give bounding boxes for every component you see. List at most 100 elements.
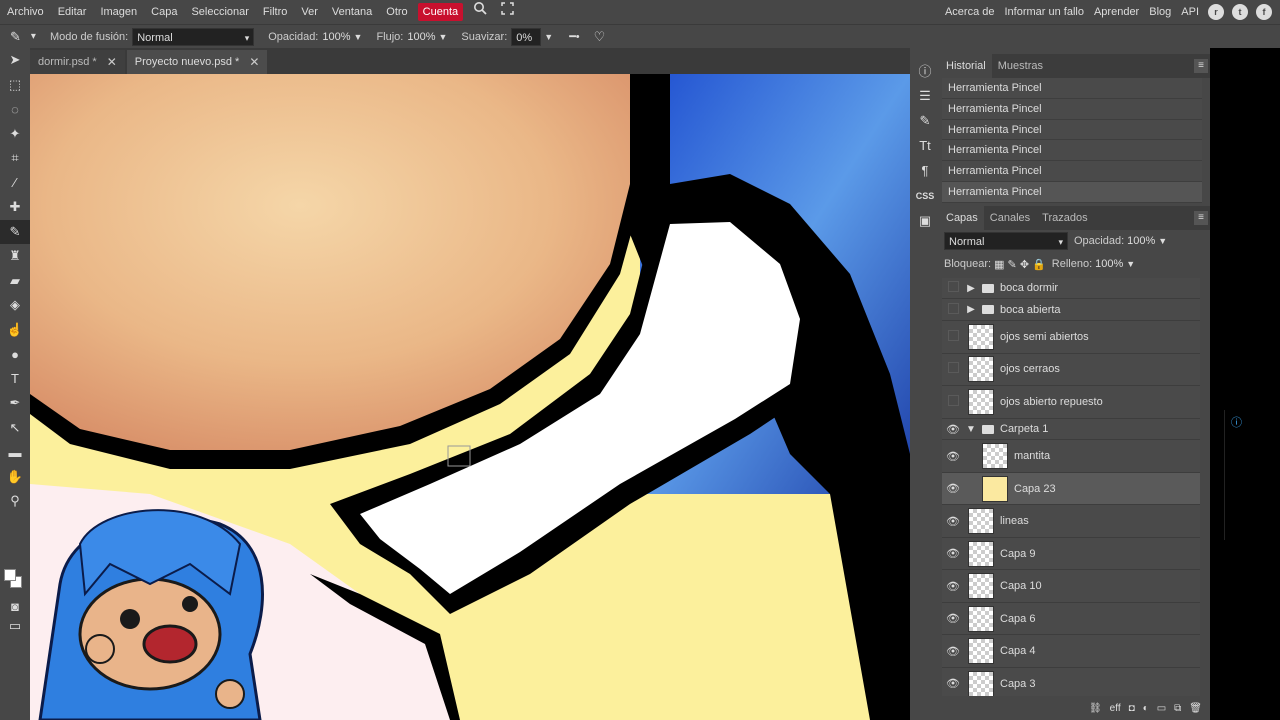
history-item[interactable]: Herramienta Pincel [942,161,1202,182]
new-group-icon[interactable]: ▭ [1157,703,1166,714]
eye-icon[interactable]: 👁 [942,547,964,560]
eye-icon[interactable]: 👁 [942,645,964,658]
layer-opacity-value[interactable]: 100% [1127,235,1155,247]
smooth-value[interactable]: 0% [511,27,542,46]
layer-row[interactable]: 👁 Capa 4 [942,635,1200,668]
dodge-icon[interactable]: ● [0,342,30,367]
properties-icon[interactable]: ☰ [910,83,940,108]
history-item[interactable]: Herramienta Pincel [942,78,1202,99]
eye-icon[interactable]: 👁 [942,612,964,625]
menu-imagen[interactable]: Imagen [93,0,144,24]
fullscreen-icon[interactable] [494,0,521,24]
tab-muestras[interactable]: Muestras [992,54,1049,78]
screen-mode-icon[interactable]: ▭ [0,614,30,639]
link-icon[interactable]: ⛓ [1089,703,1102,714]
menu-ver[interactable]: Ver [294,0,325,24]
menu-cuenta[interactable]: Cuenta [417,3,464,21]
menu-aprender[interactable]: Aprender [1089,0,1144,24]
heart-icon[interactable]: ♡ [594,29,606,45]
hand-tool-icon[interactable]: ✋ [0,465,30,490]
smooth-dropdown-icon[interactable]: ▼ [544,32,553,42]
history-item[interactable]: Herramienta Pincel [942,140,1202,162]
panel-menu-icon[interactable]: ≡ [1194,59,1208,73]
layer-row[interactable]: ▶ boca abierta [942,299,1200,322]
menu-seleccionar[interactable]: Seleccionar [184,0,255,24]
brush-icon[interactable]: ✎ [0,219,30,244]
move-tool-icon[interactable]: ➤ [0,48,30,73]
close-icon[interactable]: ✕ [107,50,117,74]
eye-icon[interactable]: 👁 [942,450,964,463]
info-icon[interactable]: ⓘ [910,58,940,83]
image-panel-icon[interactable]: ▣ [910,208,940,233]
eyedropper-icon[interactable]: ⁄ [0,171,30,196]
layer-row[interactable]: 👁 Capa 9 [942,537,1200,571]
menu-acerca-de[interactable]: Acerca de [940,0,1000,24]
blend-mode-select[interactable]: Normal ▾ [132,27,255,46]
layer-row[interactable]: 👁 mantita [942,440,1200,473]
menu-editar[interactable]: Editar [51,0,94,24]
tab-proyecto-nuevo[interactable]: Proyecto nuevo.psd * ✕ [126,50,268,74]
layer-row[interactable]: ojos semi abiertos [942,321,1200,354]
tab-capas[interactable]: Capas [940,205,984,230]
pen-tool-icon[interactable]: ✒ [0,391,30,416]
canvas[interactable] [30,74,910,720]
layer-row-selected[interactable]: 👁 Capa 23 [942,472,1200,506]
history-item[interactable]: Herramienta Pincel [942,119,1202,141]
brush-tool-icon[interactable]: ✎ [10,29,21,45]
facebook-icon[interactable]: f [1256,4,1272,20]
eye-icon[interactable]: 👁 [942,677,964,690]
bucket-icon[interactable]: ◈ [0,293,30,318]
shape-tool-icon[interactable]: ▬ [0,440,30,465]
visibility-toggle[interactable] [942,330,964,344]
menu-capa[interactable]: Capa [144,0,184,24]
brush-preset-icon[interactable]: ▾ [31,31,36,42]
collapse-icon[interactable]: ▼ [964,424,978,435]
smudge-icon[interactable]: ☝ [0,318,30,343]
magic-wand-icon[interactable]: ✦ [0,122,30,147]
search-icon[interactable] [466,0,494,24]
expand-icon[interactable]: ▶ [964,283,978,294]
layer-row[interactable]: 👁 ▼ Carpeta 1 [942,418,1200,441]
eye-icon[interactable]: 👁 [942,482,964,495]
visibility-toggle[interactable] [942,303,964,317]
info-icon[interactable]: ⓘ [1231,414,1280,430]
eye-icon[interactable]: 👁 [942,515,964,528]
menu-blog[interactable]: Blog [1144,0,1176,24]
pressure-icon[interactable]: ━• [569,30,579,43]
panel-menu-icon[interactable]: ≡ [1194,210,1208,225]
foreground-color-swatch[interactable] [4,569,16,581]
menu-otro[interactable]: Otro [379,0,414,24]
menu-filtro[interactable]: Filtro [256,0,294,24]
layer-row[interactable]: ojos cerraos [942,353,1200,387]
tab-dormir[interactable]: dormir.psd * ✕ [30,50,125,74]
menu-api[interactable]: API [1176,0,1204,24]
layer-row[interactable]: 👁 Capa 6 [942,602,1200,636]
new-layer-icon[interactable]: ⧉ [1174,703,1181,714]
history-item-current[interactable]: Herramienta Pincel [942,181,1202,203]
paragraph-icon[interactable]: ¶ [910,158,940,183]
opacity-dropdown-icon[interactable]: ▼ [354,32,363,42]
twitter-icon[interactable]: t [1232,4,1248,20]
mask-icon[interactable]: ◘ [1129,703,1135,714]
menu-ventana[interactable]: Ventana [325,0,379,24]
flow-value[interactable]: 100% [407,31,435,43]
visibility-toggle[interactable] [942,395,964,409]
fill-value[interactable]: 100% [1095,258,1123,270]
character-icon[interactable]: Tt [910,133,940,158]
layer-row[interactable]: ojos abierto repuesto [942,386,1200,419]
visibility-toggle[interactable] [942,281,964,295]
lasso-tool-icon[interactable]: ◌ [0,97,30,122]
adjustment-icon[interactable]: ◐ [1143,703,1149,714]
path-select-icon[interactable]: ↖ [0,416,30,441]
menu-archivo[interactable]: Archivo [0,0,51,24]
effects-icon[interactable]: eff [1110,703,1121,714]
tab-trazados[interactable]: Trazados [1036,206,1093,230]
layer-row[interactable]: 👁 Capa 10 [942,570,1200,603]
opacity-value[interactable]: 100% [322,31,350,43]
crop-tool-icon[interactable]: ⌗ [0,146,30,171]
layer-opacity-dropdown-icon[interactable]: ▼ [1158,236,1167,246]
healing-icon[interactable]: ✚ [0,195,30,220]
brush-panel-icon[interactable]: ✎ [910,108,940,133]
expand-icon[interactable]: ▶ [964,304,978,315]
reddit-icon[interactable]: r [1208,4,1224,20]
